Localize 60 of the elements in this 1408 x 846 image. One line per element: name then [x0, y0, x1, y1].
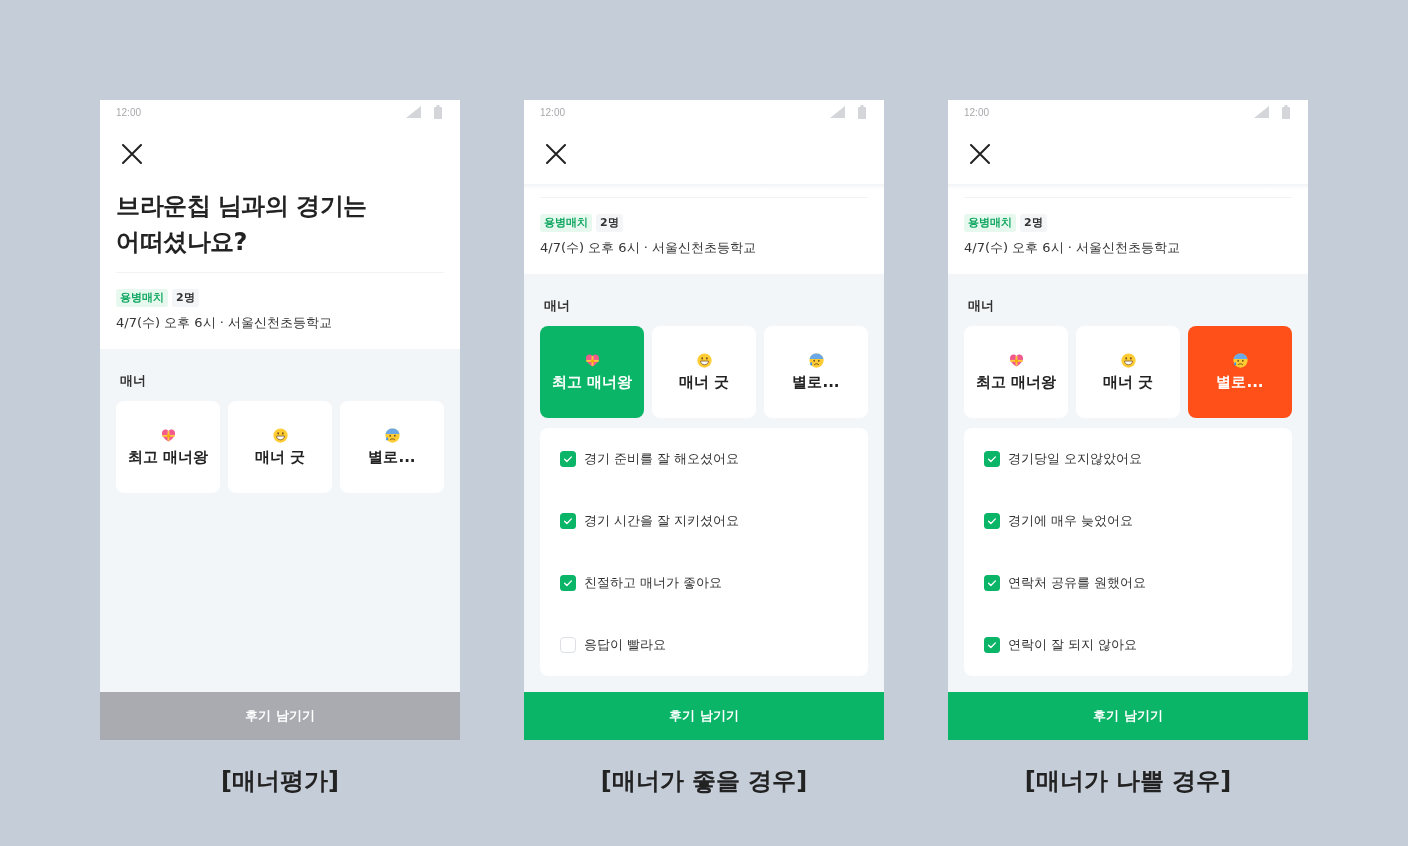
checklist-label: 응답이 빨라요	[584, 636, 667, 654]
status-time: 12:00	[116, 106, 142, 118]
grinning-face-icon	[272, 427, 288, 443]
tag: 2명	[172, 289, 199, 307]
heart-ribbon-icon	[1008, 352, 1024, 368]
checklist-label: 경기 시간을 잘 지키셨어요	[584, 512, 740, 530]
checkbox[interactable]	[984, 451, 1000, 467]
match-info: 4/7(수) 오후 6시 · 서울신천초등학교	[964, 239, 1181, 257]
tag: 용병매치	[540, 214, 592, 232]
battery-icon	[858, 105, 866, 119]
heart-ribbon-icon	[160, 427, 176, 443]
tag: 2명	[1020, 214, 1047, 232]
anxious-face-icon	[1232, 352, 1248, 368]
rating-option[interactable]: 매너 굿	[652, 326, 756, 418]
checklist-label: 경기에 매우 늦었어요	[1008, 512, 1134, 530]
checklist-label: 연락이 잘 되지 않아요	[1008, 636, 1138, 654]
tag: 용병매치	[964, 214, 1016, 232]
battery-icon	[1282, 105, 1290, 119]
checkbox[interactable]	[984, 513, 1000, 529]
rating-option[interactable]: 최고 매너왕	[116, 401, 220, 493]
checkbox[interactable]	[984, 575, 1000, 591]
section-label: 매너	[119, 373, 147, 389]
checklist-label: 친절하고 매너가 좋아요	[584, 574, 723, 592]
close-icon[interactable]	[122, 144, 142, 164]
grinning-face-icon	[696, 352, 712, 368]
checklist-label: 연락처 공유를 원했어요	[1008, 574, 1147, 592]
checklist-label: 경기당일 오지않았어요	[1008, 450, 1143, 468]
signal-icon	[830, 106, 845, 118]
signal-icon	[1254, 106, 1269, 118]
checkbox[interactable]	[560, 451, 576, 467]
anxious-face-icon	[384, 427, 400, 443]
match-info: 4/7(수) 오후 6시 · 서울신천초등학교	[116, 314, 333, 332]
checkbox[interactable]	[560, 513, 576, 529]
battery-icon	[434, 105, 442, 119]
status-time: 12:00	[540, 106, 566, 118]
section-label: 매너	[967, 298, 995, 314]
close-icon[interactable]	[546, 144, 566, 164]
rating-option[interactable]: 매너 굿	[1076, 326, 1180, 418]
grinning-face-icon	[1120, 352, 1136, 368]
checkbox[interactable]	[560, 637, 576, 653]
anxious-face-icon	[808, 352, 824, 368]
tag: 2명	[596, 214, 623, 232]
checkbox[interactable]	[560, 575, 576, 591]
signal-icon	[406, 106, 421, 118]
status-time: 12:00	[964, 106, 990, 118]
checkbox[interactable]	[984, 637, 1000, 653]
screen-caption: [매너가 좋을 경우]	[600, 766, 808, 796]
checklist-label: 경기 준비를 잘 해오셨어요	[584, 450, 740, 468]
rating-option[interactable]: 최고 매너왕	[964, 326, 1068, 418]
screen-caption: [매너가 나쁠 경우]	[1024, 766, 1232, 796]
rating-option[interactable]: 매너 굿	[228, 401, 332, 493]
screen-title: 브라운칩 님과의 경기는 어떠셨나요?	[115, 191, 368, 258]
rating-option[interactable]: 별로...	[340, 401, 444, 493]
section-label: 매너	[543, 298, 571, 314]
screen-caption: [매너평가]	[221, 766, 339, 796]
heart-ribbon-icon	[584, 352, 600, 368]
close-icon[interactable]	[970, 144, 990, 164]
rating-option[interactable]: 별로...	[764, 326, 868, 418]
tag: 용병매치	[116, 289, 168, 307]
match-info: 4/7(수) 오후 6시 · 서울신천초등학교	[540, 239, 757, 257]
